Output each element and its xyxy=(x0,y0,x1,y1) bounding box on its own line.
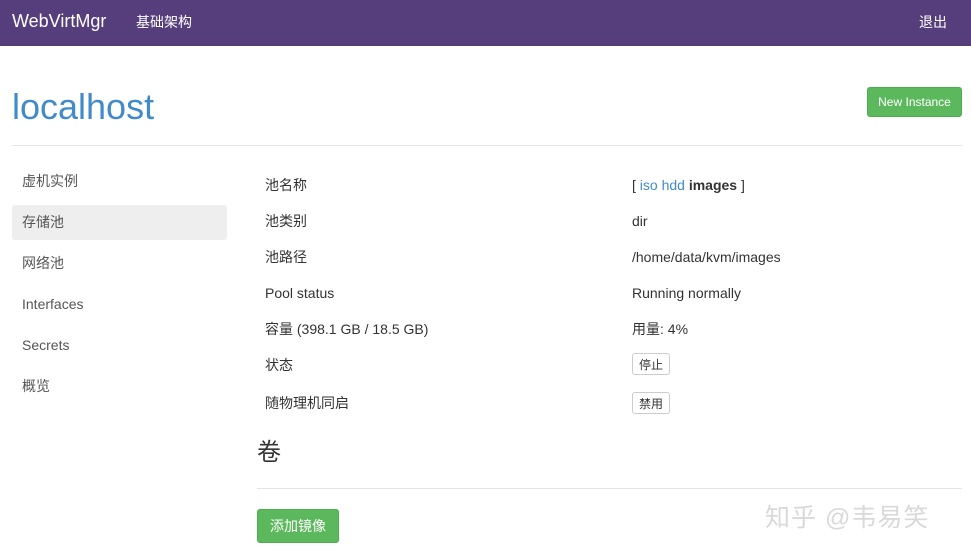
header-divider xyxy=(12,145,962,146)
watermark-text: 知乎 @韦易笑 xyxy=(765,504,930,532)
sidebar-item-instances[interactable]: 虚机实例 xyxy=(12,164,227,199)
new-instance-button[interactable]: New Instance xyxy=(867,87,962,117)
pool-type-value: dir xyxy=(632,213,648,229)
pool-bracket-open: [ xyxy=(632,177,636,193)
sidebar-nav: 虚机实例 存储池 网络池 Interfaces Secrets 概览 xyxy=(12,164,227,410)
pool-bracket-close: ] xyxy=(740,177,745,193)
volumes-heading: 卷 xyxy=(257,439,281,466)
pool-name-list: [ iso hdd images ] xyxy=(632,176,745,194)
sidebar-item-overview[interactable]: 概览 xyxy=(12,369,227,404)
sidebar-item-storage-pools[interactable]: 存储池 xyxy=(12,205,227,240)
pool-active-images: images xyxy=(688,177,738,193)
pool-usage-value: 用量: 4% xyxy=(632,321,689,337)
pool-capacity-row: 容量 (398.1 GB / 18.5 GB) 用量: 4% xyxy=(257,310,962,346)
pool-status-label: Pool status xyxy=(265,285,335,301)
disable-autostart-button[interactable]: 禁用 xyxy=(632,392,671,414)
pool-type-row: 池类别 dir xyxy=(257,202,962,238)
pool-path-row: 池路径 /home/data/kvm/images xyxy=(257,238,962,274)
pool-path-value: /home/data/kvm/images xyxy=(632,249,781,265)
pool-link-iso[interactable]: iso xyxy=(640,177,658,193)
sidebar-item-secrets[interactable]: Secrets xyxy=(12,328,227,363)
pool-status-row: Pool status Running normally xyxy=(257,274,962,310)
pool-autostart-label: 随物理机同启 xyxy=(265,395,349,411)
brand-link[interactable]: WebVirtMgr xyxy=(12,10,106,32)
pool-capacity-label: 容量 (398.1 GB / 18.5 GB) xyxy=(265,321,429,337)
pool-state-label: 状态 xyxy=(265,357,293,373)
add-image-button[interactable]: 添加镜像 xyxy=(257,509,339,543)
pool-name-row: 池名称 [ iso hdd images ] xyxy=(257,166,962,202)
pool-link-hdd[interactable]: hdd xyxy=(662,177,685,193)
volumes-divider xyxy=(257,488,962,489)
stop-pool-button[interactable]: 停止 xyxy=(632,353,671,375)
top-navbar: WebVirtMgr 基础架构 退出 xyxy=(0,0,971,46)
nav-infrastructure-link[interactable]: 基础架构 xyxy=(136,13,192,31)
logout-link[interactable]: 退出 xyxy=(919,13,947,31)
pool-status-value: Running normally xyxy=(632,285,741,301)
pool-type-label: 池类别 xyxy=(265,213,307,229)
sidebar-item-network-pools[interactable]: 网络池 xyxy=(12,246,227,281)
sidebar-item-interfaces[interactable]: Interfaces xyxy=(12,287,227,322)
pool-name-label: 池名称 xyxy=(265,177,307,193)
pool-state-row: 状态 停止 xyxy=(257,346,962,382)
page-title: localhost xyxy=(12,86,155,127)
pool-path-label: 池路径 xyxy=(265,249,307,265)
pool-autostart-row: 随物理机同启 禁用 xyxy=(257,384,962,420)
